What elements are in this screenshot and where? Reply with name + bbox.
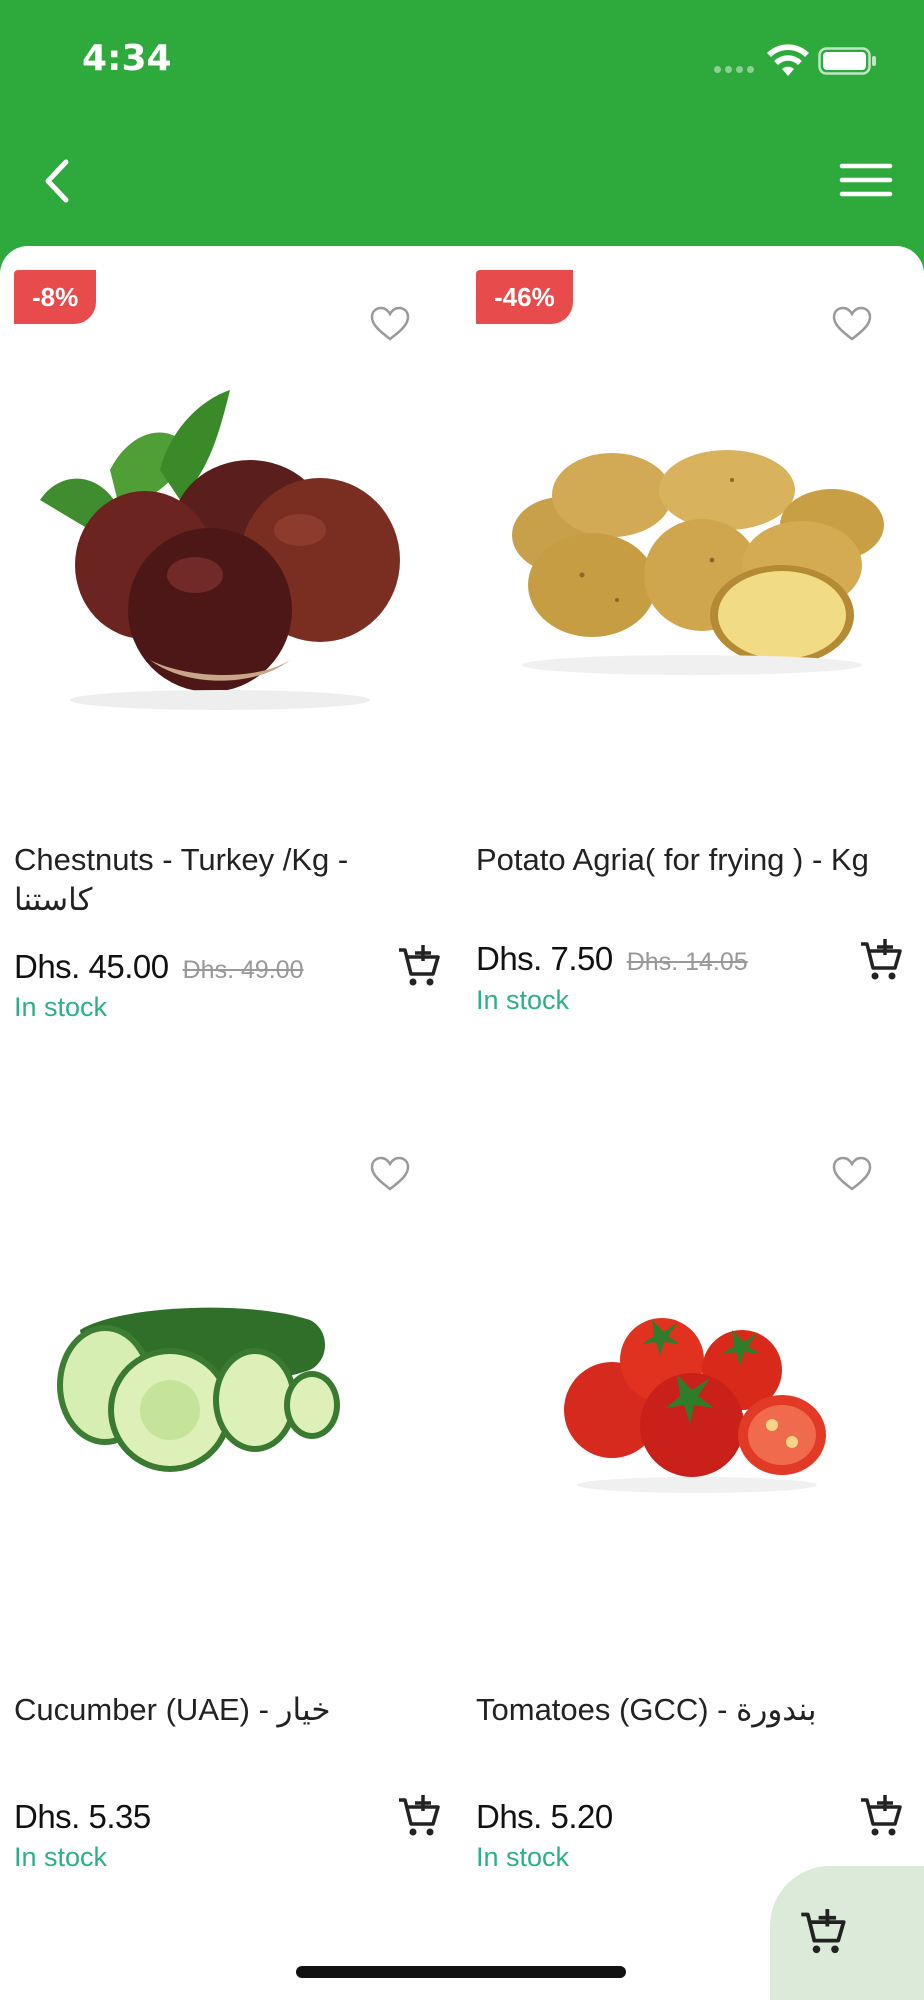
add-to-cart-icon[interactable] bbox=[396, 1794, 442, 1840]
back-button[interactable] bbox=[34, 150, 82, 212]
hamburger-menu-icon[interactable] bbox=[838, 156, 894, 204]
wifi-icon bbox=[767, 44, 809, 76]
battery-icon bbox=[818, 47, 876, 75]
stock-status: In stock bbox=[476, 985, 570, 1015]
app-header: 4:34 bbox=[0, 0, 924, 280]
price: Dhs. 5.20 bbox=[476, 1798, 613, 1835]
product-name[interactable]: Chestnuts - Turkey /Kg - كاستنا bbox=[14, 840, 444, 920]
heart-icon[interactable] bbox=[832, 306, 872, 342]
price-row: Dhs. 5.20 bbox=[476, 1798, 613, 1836]
heart-icon[interactable] bbox=[370, 1156, 410, 1192]
add-to-cart-icon[interactable] bbox=[858, 938, 904, 984]
product-name-line: Potato Agria( for frying ) - Kg bbox=[476, 842, 869, 877]
price-row: Dhs. 45.00 Dhs. 49.00 bbox=[14, 948, 304, 986]
status-time: 4:34 bbox=[82, 38, 172, 79]
heart-icon[interactable] bbox=[370, 306, 410, 342]
price: Dhs. 45.00 bbox=[14, 948, 169, 985]
signal-icon bbox=[714, 66, 754, 74]
product-name[interactable]: Cucumber (UAE) - خيار bbox=[14, 1690, 444, 1730]
price: Dhs. 5.35 bbox=[14, 1798, 151, 1835]
product-card[interactable]: Tomatoes (GCC) - بندورة Dhs. 5.20 In sto… bbox=[462, 1100, 910, 1920]
stock-status: In stock bbox=[476, 1842, 570, 1872]
product-name-line: Chestnuts - Turkey /Kg - bbox=[14, 842, 349, 877]
home-indicator[interactable] bbox=[296, 1966, 626, 1978]
price-row: Dhs. 7.50 Dhs. 14.05 bbox=[476, 940, 748, 978]
add-to-cart-icon bbox=[801, 1909, 846, 1954]
heart-icon[interactable] bbox=[832, 1156, 872, 1192]
product-card[interactable]: -8% Chestnuts - Turkey /Kg - كاستنا Dhs.… bbox=[0, 250, 448, 1070]
cucumber-image bbox=[57, 1307, 340, 1472]
product-name[interactable]: Potato Agria( for frying ) - Kg bbox=[476, 840, 906, 880]
product-card[interactable]: -46% Potato Agria( for frying ) - Kg Dhs… bbox=[462, 250, 910, 1070]
chestnuts-image bbox=[40, 390, 400, 710]
stock-status: In stock bbox=[14, 1842, 108, 1872]
potatoes-image bbox=[512, 450, 884, 675]
price-row: Dhs. 5.35 bbox=[14, 1798, 151, 1836]
tomatoes-image bbox=[564, 1318, 826, 1493]
product-name[interactable]: Tomatoes (GCC) - بندورة bbox=[476, 1690, 906, 1730]
old-price: Dhs. 14.05 bbox=[626, 948, 748, 976]
product-card[interactable]: Cucumber (UAE) - خيار Dhs. 5.35 In stock bbox=[0, 1100, 448, 1920]
old-price: Dhs. 49.00 bbox=[182, 956, 304, 984]
price: Dhs. 7.50 bbox=[476, 940, 613, 977]
discount-badge: -46% bbox=[476, 270, 573, 324]
stock-status: In stock bbox=[14, 992, 108, 1022]
product-name-line: Cucumber (UAE) - خيار bbox=[14, 1692, 331, 1727]
product-name-line: Tomatoes (GCC) - بندورة bbox=[476, 1692, 817, 1727]
add-to-cart-icon[interactable] bbox=[858, 1794, 904, 1840]
add-to-cart-icon[interactable] bbox=[396, 944, 442, 990]
cart-fab-button[interactable] bbox=[770, 1866, 924, 2000]
product-name-arabic: كاستنا bbox=[14, 882, 93, 917]
discount-badge: -8% bbox=[14, 270, 97, 324]
